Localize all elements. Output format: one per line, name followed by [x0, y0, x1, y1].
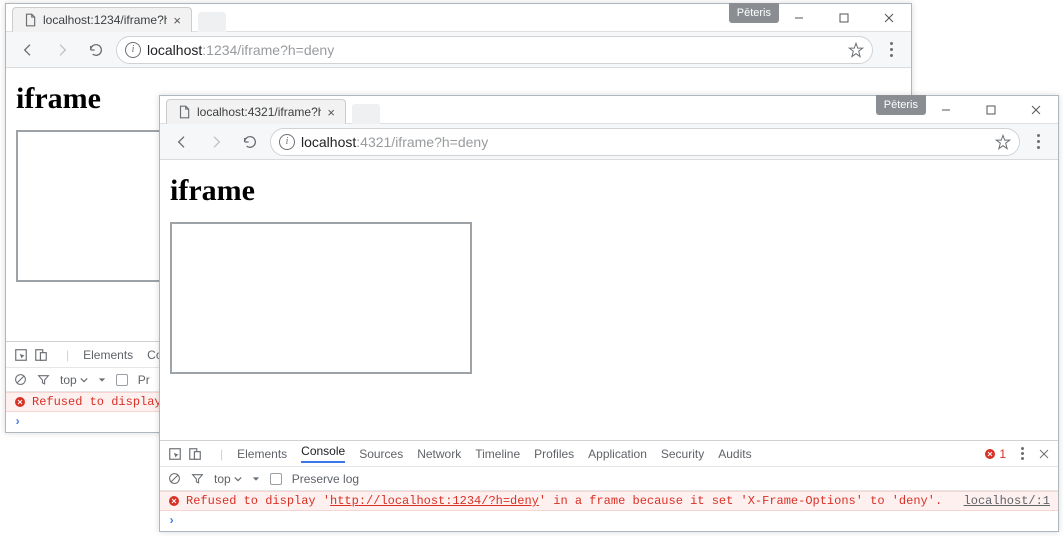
dropdown-icon[interactable]	[98, 376, 106, 384]
filter-icon[interactable]	[191, 472, 204, 485]
devtools-tab-audits[interactable]: Audits	[718, 447, 751, 461]
inspect-icon[interactable]	[14, 348, 28, 362]
devtools-tab-network[interactable]: Network	[417, 447, 461, 461]
new-tab-button[interactable]	[352, 104, 380, 124]
devtools-tab-sources[interactable]: Sources	[359, 447, 403, 461]
site-info-icon[interactable]: i	[279, 134, 295, 150]
tab-title: localhost:1234/iframe?h=	[43, 13, 167, 27]
url-text: localhost:1234/iframe?h=deny	[147, 42, 848, 58]
browser-menu-button[interactable]	[1026, 128, 1050, 156]
page-heading: iframe	[170, 174, 1048, 208]
page-content: iframe	[160, 160, 1058, 440]
error-icon	[984, 448, 996, 460]
error-icon	[14, 396, 26, 408]
forward-button[interactable]	[48, 36, 76, 64]
devtools-menu-button[interactable]	[1016, 446, 1028, 462]
close-button[interactable]	[1013, 96, 1058, 124]
user-badge: Pēteris	[729, 3, 779, 23]
devtools-tab-security[interactable]: Security	[661, 447, 704, 461]
error-source-link[interactable]: localhost/:1	[964, 494, 1050, 508]
bookmark-star-icon[interactable]	[995, 134, 1011, 150]
console-error-row: Refused to display 'http://localhost:123…	[160, 491, 1058, 511]
new-tab-button[interactable]	[198, 12, 226, 32]
console-output: Refused to display 'http://localhost:123…	[160, 491, 1058, 531]
console-prompt[interactable]: ›	[160, 511, 1058, 531]
maximize-button[interactable]	[968, 96, 1013, 124]
clear-console-icon[interactable]	[14, 373, 27, 386]
address-bar[interactable]: i localhost:4321/iframe?h=deny	[270, 128, 1020, 156]
toolbar: i localhost:1234/iframe?h=deny	[6, 32, 911, 68]
maximize-button[interactable]	[821, 4, 866, 32]
context-selector[interactable]: top	[60, 373, 88, 387]
devtools-tab-application[interactable]: Application	[588, 447, 647, 461]
devtools-toggles	[168, 447, 202, 461]
file-icon	[177, 105, 191, 119]
bookmark-star-icon[interactable]	[848, 42, 864, 58]
toolbar: i localhost:4321/iframe?h=deny	[160, 124, 1058, 160]
devtools-tab-console[interactable]: Console	[301, 444, 345, 463]
minimize-button[interactable]	[923, 96, 968, 124]
dropdown-icon[interactable]	[252, 475, 260, 483]
user-badge: Pēteris	[876, 95, 926, 115]
back-button[interactable]	[168, 128, 196, 156]
devtools-right-controls: 1	[984, 446, 1050, 462]
devtools-tab-elements[interactable]: Elements	[83, 348, 133, 362]
site-info-icon[interactable]: i	[125, 42, 141, 58]
filter-icon[interactable]	[37, 373, 50, 386]
reload-button[interactable]	[236, 128, 264, 156]
iframe-element	[170, 222, 472, 374]
console-filter-bar: top Preserve log	[160, 467, 1058, 491]
devtools-tab-elements[interactable]: Elements	[237, 447, 287, 461]
browser-tab[interactable]: localhost:1234/iframe?h= ×	[12, 7, 192, 32]
context-selector[interactable]: top	[214, 472, 242, 486]
reload-button[interactable]	[82, 36, 110, 64]
clear-console-icon[interactable]	[168, 472, 181, 485]
minimize-button[interactable]	[776, 4, 821, 32]
error-icon	[168, 495, 180, 507]
close-button[interactable]	[866, 4, 911, 32]
browser-menu-button[interactable]	[879, 36, 903, 64]
file-icon	[23, 13, 37, 27]
devtools-tab-timeline[interactable]: Timeline	[475, 447, 520, 461]
device-icon[interactable]	[34, 348, 48, 362]
devtools-close-icon[interactable]	[1038, 448, 1050, 460]
devtools-toggles	[14, 348, 48, 362]
window-controls	[923, 96, 1058, 124]
forward-button[interactable]	[202, 128, 230, 156]
back-button[interactable]	[14, 36, 42, 64]
error-message: Refused to display 'http://localhost:123…	[186, 494, 954, 508]
device-icon[interactable]	[188, 447, 202, 461]
url-text: localhost:4321/iframe?h=deny	[301, 134, 995, 150]
iframe-element	[16, 130, 162, 282]
preserve-log-checkbox[interactable]	[116, 374, 128, 386]
tab-title: localhost:4321/iframe?h=	[197, 105, 321, 119]
browser-window-2: Pēteris localhost:4321/iframe?h= × i loc…	[159, 95, 1059, 532]
preserve-log-label: Preserve log	[292, 472, 359, 486]
address-bar[interactable]: i localhost:1234/iframe?h=deny	[116, 36, 873, 64]
preserve-log-label-truncated: Pr	[138, 373, 150, 387]
inspect-icon[interactable]	[168, 447, 182, 461]
window-controls	[776, 4, 911, 32]
devtools-tabs: | Elements Console Sources Network Timel…	[160, 441, 1058, 467]
devtools-panel: | Elements Console Sources Network Timel…	[160, 440, 1058, 531]
tab-close-icon[interactable]: ×	[173, 13, 181, 28]
preserve-log-checkbox[interactable]	[270, 473, 282, 485]
tab-close-icon[interactable]: ×	[327, 105, 335, 120]
devtools-tab-profiles[interactable]: Profiles	[534, 447, 574, 461]
error-count-badge[interactable]: 1	[984, 447, 1006, 461]
browser-tab[interactable]: localhost:4321/iframe?h= ×	[166, 99, 346, 124]
